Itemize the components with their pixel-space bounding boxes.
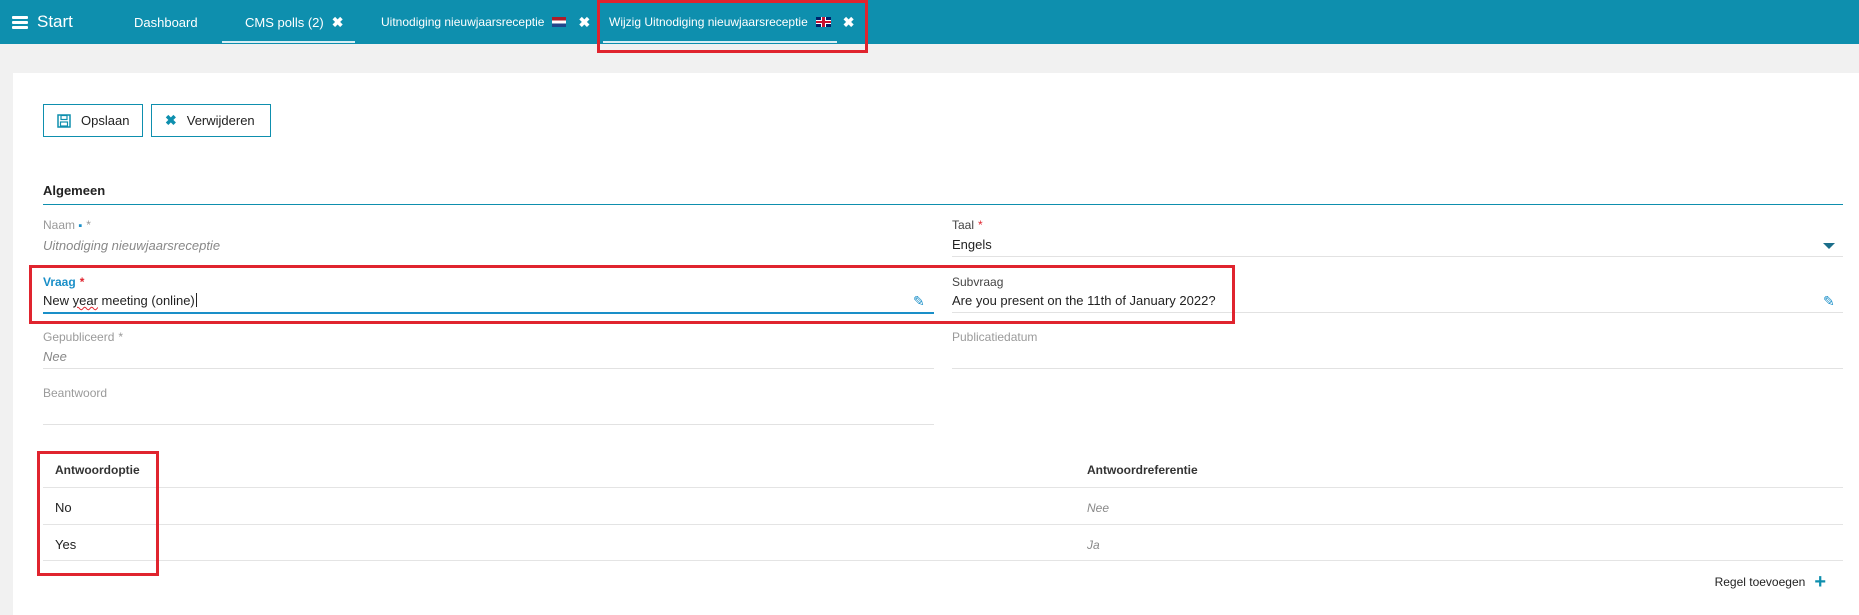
close-icon[interactable]: ✖ (332, 14, 344, 31)
dutch-flag-icon (552, 17, 567, 27)
taal-select[interactable]: Engels (952, 237, 992, 252)
publicatiedatum-underline (952, 368, 1843, 369)
save-button[interactable]: Opslaan (43, 104, 143, 137)
uk-flag-icon (815, 17, 831, 27)
active-tab-indicator (222, 41, 356, 43)
naam-value: Uitnodiging nieuwjaarsreceptie (43, 238, 221, 253)
vraag-text: New (43, 293, 73, 308)
tab-label: Wijzig Uitnodiging nieuwjaarsreceptie (609, 15, 808, 29)
vraag-label-text: Vraag (43, 275, 76, 289)
text-cursor (195, 293, 197, 307)
tab-label: Uitnodiging nieuwjaarsreceptie (381, 15, 545, 29)
tab-cms-polls[interactable]: CMS polls (2) ✖ (222, 0, 356, 44)
taal-label: Taal * (952, 218, 983, 232)
answer-option-cell[interactable]: No (55, 500, 72, 515)
publicatiedatum-label: Publicatiedatum (952, 330, 1038, 344)
answer-reference-cell[interactable]: Nee (1087, 501, 1109, 515)
required-marker: * (978, 218, 983, 232)
close-icon[interactable]: ✖ (843, 14, 855, 31)
naam-label-text: Naam (43, 218, 76, 232)
hamburger-icon (12, 15, 28, 29)
gepubliceerd-value: Nee (43, 349, 67, 364)
answer-reference-cell[interactable]: Ja (1087, 538, 1100, 552)
column-header-antwoordreferentie: Antwoordreferentie (1087, 463, 1198, 477)
required-marker: * (118, 330, 124, 344)
vraag-label: Vraag * (43, 275, 84, 289)
tab-uitnodiging[interactable]: Uitnodiging nieuwjaarsreceptie ✖ (381, 0, 590, 44)
content-panel (13, 73, 1859, 615)
start-label: Start (37, 12, 73, 31)
beantwoord-underline (43, 424, 934, 425)
save-label: Opslaan (81, 113, 130, 128)
close-icon[interactable]: ✖ (578, 14, 590, 31)
taal-label-text: Taal (952, 218, 975, 232)
close-icon: ✖ (165, 112, 177, 128)
top-navigation-bar: Start Dashboard CMS polls (2) ✖ Uitnodig… (0, 0, 1859, 44)
table-divider (43, 560, 1843, 561)
beantwoord-label: Beantwoord (43, 386, 108, 400)
add-row-button[interactable]: Regel toevoegen + (1715, 572, 1826, 592)
answer-option-cell[interactable]: Yes (55, 537, 76, 552)
tab-label: Dashboard (134, 14, 198, 30)
subvraag-underline (952, 312, 1843, 313)
column-header-antwoordoptie: Antwoordoptie (55, 463, 140, 477)
table-divider (43, 524, 1843, 525)
tab-label: CMS polls (2) (245, 14, 324, 30)
section-divider (43, 204, 1843, 205)
pencil-icon[interactable]: ✎ (913, 293, 925, 310)
taal-underline (952, 256, 1843, 257)
vraag-text-misspelled: year (72, 293, 98, 308)
vraag-input[interactable]: New year meeting (online) (43, 293, 197, 308)
delete-button[interactable]: ✖ Verwijderen (151, 104, 271, 137)
delete-label: Verwijderen (186, 113, 255, 128)
vraag-text: meeting (online) (97, 293, 195, 308)
required-marker: * (86, 218, 91, 232)
subvraag-input[interactable]: Are you present on the 11th of January 2… (952, 293, 1216, 308)
book-icon: ▪ (78, 220, 83, 232)
plus-icon: + (1814, 571, 1826, 593)
gepubliceerd-label: Gepubliceerd * (43, 330, 123, 344)
vraag-underline (43, 312, 934, 314)
naam-label: Naam ▪ * (43, 218, 91, 232)
table-divider (43, 487, 1843, 488)
tab-wijzig-uitnodiging[interactable]: Wijzig Uitnodiging nieuwjaarsreceptie ✖ (603, 0, 855, 44)
tab-dashboard[interactable]: Dashboard (134, 0, 198, 44)
chevron-down-icon[interactable] (1823, 243, 1835, 249)
save-icon (57, 113, 71, 128)
start-menu-button[interactable]: Start (12, 12, 73, 32)
required-marker: * (79, 275, 85, 289)
pencil-icon[interactable]: ✎ (1823, 293, 1835, 310)
subvraag-label: Subvraag (952, 275, 1004, 289)
active-tab-indicator (603, 41, 837, 43)
gepubliceerd-underline (43, 368, 934, 369)
add-row-label: Regel toevoegen (1714, 575, 1806, 589)
gepubliceerd-label-text: Gepubliceerd (43, 330, 115, 344)
section-title: Algemeen (43, 183, 106, 198)
